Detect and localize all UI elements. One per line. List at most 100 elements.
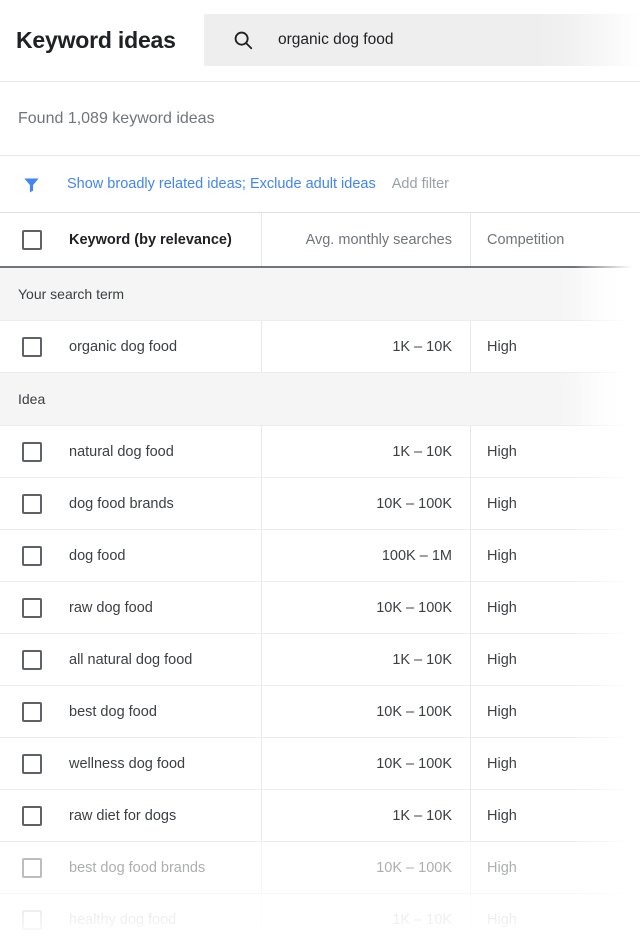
table-row[interactable]: organic dog food 1K – 10K High [0, 321, 640, 373]
row-competition-value: High [487, 704, 517, 720]
active-filters-link[interactable]: Show broadly related ideas; Exclude adul… [67, 176, 376, 192]
table-row[interactable]: dog food brands 10K – 100K High [0, 478, 640, 530]
cell-competition: High [471, 842, 640, 893]
results-count-text: Found 1,089 keyword ideas [18, 110, 215, 128]
cell-avg-monthly-searches: 10K – 100K [262, 582, 471, 633]
cell-keyword: dog food [0, 530, 262, 581]
header-cell-competition[interactable]: Competition [471, 213, 640, 266]
table-row[interactable]: raw dog food 10K – 100K High [0, 582, 640, 634]
filter-bar: Show broadly related ideas; Exclude adul… [0, 156, 640, 213]
header-cell-avg-monthly-searches[interactable]: Avg. monthly searches [262, 213, 471, 266]
header-cell-keyword: Keyword (by relevance) [0, 213, 262, 266]
table-row[interactable]: best dog food brands 10K – 100K High [0, 842, 640, 894]
row-keyword-label[interactable]: best dog food [69, 704, 157, 720]
row-checkbox[interactable] [22, 546, 42, 566]
row-volume-value: 10K – 100K [376, 756, 452, 772]
table-row[interactable]: natural dog food 1K – 10K High [0, 426, 640, 478]
cell-competition: High [471, 738, 640, 789]
filter-funnel-icon[interactable] [22, 175, 41, 194]
cell-competition: High [471, 634, 640, 685]
row-keyword-label[interactable]: dog food [69, 548, 125, 564]
table-header-row: Keyword (by relevance) Avg. monthly sear… [0, 213, 640, 268]
table-row[interactable]: healthy dog food 1K – 10K High [0, 894, 640, 946]
header-label-keyword[interactable]: Keyword (by relevance) [69, 232, 232, 248]
group-label: Your search term [18, 286, 124, 302]
select-all-checkbox[interactable] [22, 230, 42, 250]
cell-competition: High [471, 321, 640, 372]
cell-competition: High [471, 894, 640, 945]
table-row[interactable]: raw diet for dogs 1K – 10K High [0, 790, 640, 842]
cell-competition: High [471, 478, 640, 529]
row-keyword-label[interactable]: all natural dog food [69, 652, 192, 668]
cell-keyword: raw dog food [0, 582, 262, 633]
table-row[interactable]: dog food 100K – 1M High [0, 530, 640, 582]
row-competition-value: High [487, 652, 517, 668]
page-title: Keyword ideas [0, 27, 176, 54]
row-checkbox[interactable] [22, 337, 42, 357]
cell-avg-monthly-searches: 10K – 100K [262, 738, 471, 789]
search-input-value[interactable]: organic dog food [278, 31, 393, 49]
row-checkbox[interactable] [22, 858, 42, 878]
group-header-idea: Idea [0, 373, 640, 426]
cell-avg-monthly-searches: 100K – 1M [262, 530, 471, 581]
table-row[interactable]: best dog food 10K – 100K High [0, 686, 640, 738]
cell-competition: High [471, 790, 640, 841]
row-checkbox[interactable] [22, 702, 42, 722]
cell-avg-monthly-searches: 1K – 10K [262, 634, 471, 685]
row-checkbox[interactable] [22, 754, 42, 774]
cell-keyword: natural dog food [0, 426, 262, 477]
row-keyword-label[interactable]: best dog food brands [69, 860, 205, 876]
add-filter-button[interactable]: Add filter [392, 176, 449, 192]
row-competition-value: High [487, 496, 517, 512]
row-volume-value: 1K – 10K [392, 444, 452, 460]
cell-keyword: all natural dog food [0, 634, 262, 685]
header-label-competition[interactable]: Competition [487, 232, 564, 248]
row-keyword-label[interactable]: raw diet for dogs [69, 808, 176, 824]
group-label: Idea [18, 391, 45, 407]
cell-avg-monthly-searches: 10K – 100K [262, 478, 471, 529]
row-checkbox[interactable] [22, 910, 42, 930]
row-competition-value: High [487, 600, 517, 616]
row-volume-value: 10K – 100K [376, 860, 452, 876]
cell-avg-monthly-searches: 1K – 10K [262, 426, 471, 477]
row-checkbox[interactable] [22, 442, 42, 462]
row-checkbox[interactable] [22, 806, 42, 826]
cell-keyword: healthy dog food [0, 894, 262, 945]
cell-keyword: dog food brands [0, 478, 262, 529]
cell-competition: High [471, 686, 640, 737]
cell-avg-monthly-searches: 10K – 100K [262, 686, 471, 737]
cell-keyword: best dog food brands [0, 842, 262, 893]
row-competition-value: High [487, 339, 517, 355]
cell-avg-monthly-searches: 1K – 10K [262, 894, 471, 945]
row-volume-value: 1K – 10K [392, 808, 452, 824]
row-competition-value: High [487, 756, 517, 772]
table-row[interactable]: all natural dog food 1K – 10K High [0, 634, 640, 686]
header-label-avg-monthly-searches[interactable]: Avg. monthly searches [306, 232, 452, 248]
row-competition-value: High [487, 444, 517, 460]
row-volume-value: 100K – 1M [382, 548, 452, 564]
row-keyword-label[interactable]: organic dog food [69, 339, 177, 355]
row-keyword-label[interactable]: natural dog food [69, 444, 174, 460]
cell-keyword: best dog food [0, 686, 262, 737]
top-bar: Keyword ideas organic dog food [0, 0, 640, 82]
row-checkbox[interactable] [22, 650, 42, 670]
row-keyword-label[interactable]: healthy dog food [69, 912, 176, 928]
row-keyword-label[interactable]: raw dog food [69, 600, 153, 616]
table-row[interactable]: wellness dog food 10K – 100K High [0, 738, 640, 790]
row-volume-value: 1K – 10K [392, 339, 452, 355]
row-keyword-label[interactable]: wellness dog food [69, 756, 185, 772]
keyword-ideas-table: Keyword (by relevance) Avg. monthly sear… [0, 213, 640, 946]
search-field-wrapper: organic dog food [204, 14, 640, 66]
cell-keyword: raw diet for dogs [0, 790, 262, 841]
search-input[interactable]: organic dog food [204, 14, 640, 66]
row-volume-value: 10K – 100K [376, 600, 452, 616]
cell-competition: High [471, 582, 640, 633]
row-checkbox[interactable] [22, 494, 42, 514]
row-checkbox[interactable] [22, 598, 42, 618]
cell-keyword: organic dog food [0, 321, 262, 372]
row-competition-value: High [487, 912, 517, 928]
cell-avg-monthly-searches: 10K – 100K [262, 842, 471, 893]
cell-keyword: wellness dog food [0, 738, 262, 789]
cell-avg-monthly-searches: 1K – 10K [262, 321, 471, 372]
row-keyword-label[interactable]: dog food brands [69, 496, 174, 512]
